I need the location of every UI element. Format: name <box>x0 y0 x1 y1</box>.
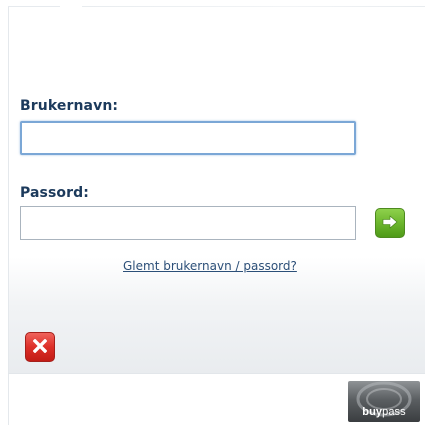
arrow-right-icon <box>382 214 398 233</box>
close-x-icon <box>32 338 48 357</box>
footer-border <box>8 374 9 425</box>
panel-bottom-border <box>8 373 425 374</box>
buypass-logo: buypass <box>348 381 420 422</box>
submit-button[interactable] <box>375 208 405 238</box>
username-field[interactable] <box>20 121 356 155</box>
top-notch <box>60 6 82 16</box>
password-field[interactable] <box>20 206 356 240</box>
close-button[interactable] <box>25 332 55 362</box>
logo-text: buypass <box>362 406 406 418</box>
login-window: Brukernavn: Passord: Glemt brukernavn / … <box>0 0 425 425</box>
forgot-credentials-link[interactable]: Glemt brukernavn / passord? <box>123 259 297 273</box>
username-label: Brukernavn: <box>20 98 119 114</box>
password-label: Passord: <box>20 185 89 201</box>
